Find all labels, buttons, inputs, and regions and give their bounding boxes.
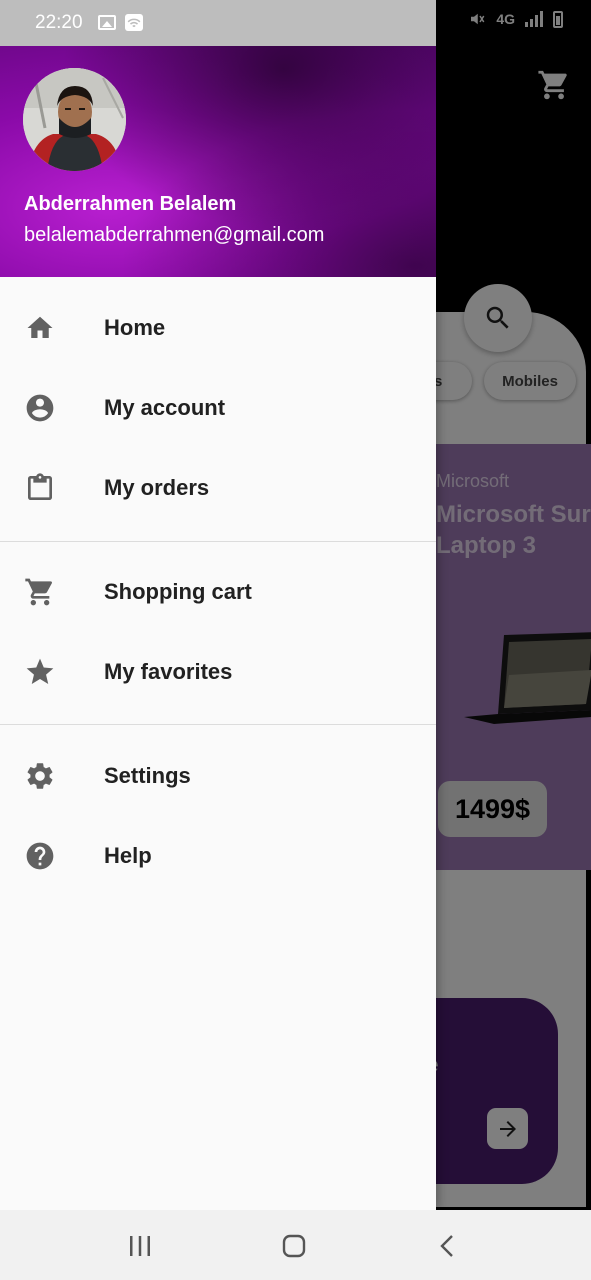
- menu-item-label: Home: [104, 315, 166, 340]
- menu-item-label: My orders: [104, 475, 210, 500]
- menu-item-help[interactable]: Help: [0, 816, 436, 896]
- cart-icon: [24, 576, 56, 608]
- clipboard-icon: [24, 472, 56, 504]
- account-circle-icon: [24, 392, 56, 424]
- drawer-header: Abderrahmen Belalem belalemabderrahmen@g…: [0, 46, 436, 277]
- menu-item-label: Shopping cart: [104, 579, 252, 604]
- home-icon: [24, 312, 56, 344]
- back-nav-button[interactable]: [426, 1224, 470, 1268]
- back-icon: [435, 1233, 461, 1259]
- help-circle-icon: [24, 840, 56, 872]
- user-email: belalemabderrahmen@gmail.com: [24, 224, 325, 246]
- menu-divider: [0, 541, 436, 542]
- recent-apps-icon: [127, 1233, 153, 1259]
- status-time: 22:20: [35, 12, 83, 33]
- navigation-drawer: 22:20 Abderrahmen Belalem belalemabderra: [0, 0, 436, 1210]
- system-nav-bar: [0, 1210, 591, 1280]
- menu-item-my-account[interactable]: My account: [0, 368, 436, 448]
- avatar[interactable]: [23, 68, 126, 171]
- status-bar: 22:20: [0, 0, 436, 46]
- wifi-calling-icon: [125, 14, 143, 31]
- user-name: Abderrahmen Belalem: [24, 193, 237, 215]
- menu-item-label: Settings: [104, 763, 191, 788]
- menu-item-home[interactable]: Home: [0, 288, 436, 368]
- image-icon: [98, 15, 116, 30]
- menu-item-my-orders[interactable]: My orders: [0, 448, 436, 528]
- star-icon: [24, 656, 56, 688]
- home-circle-icon: [281, 1233, 307, 1259]
- gear-icon: [24, 760, 56, 792]
- menu-item-label: My account: [104, 395, 226, 420]
- menu-divider: [0, 724, 436, 725]
- home-nav-button[interactable]: [272, 1224, 316, 1268]
- recent-apps-button[interactable]: [118, 1224, 162, 1268]
- menu-item-label: My favorites: [104, 659, 233, 684]
- menu-item-my-favorites[interactable]: My favorites: [0, 632, 436, 712]
- menu-item-settings[interactable]: Settings: [0, 736, 436, 816]
- menu-item-shopping-cart[interactable]: Shopping cart: [0, 552, 436, 632]
- menu-item-label: Help: [104, 843, 152, 868]
